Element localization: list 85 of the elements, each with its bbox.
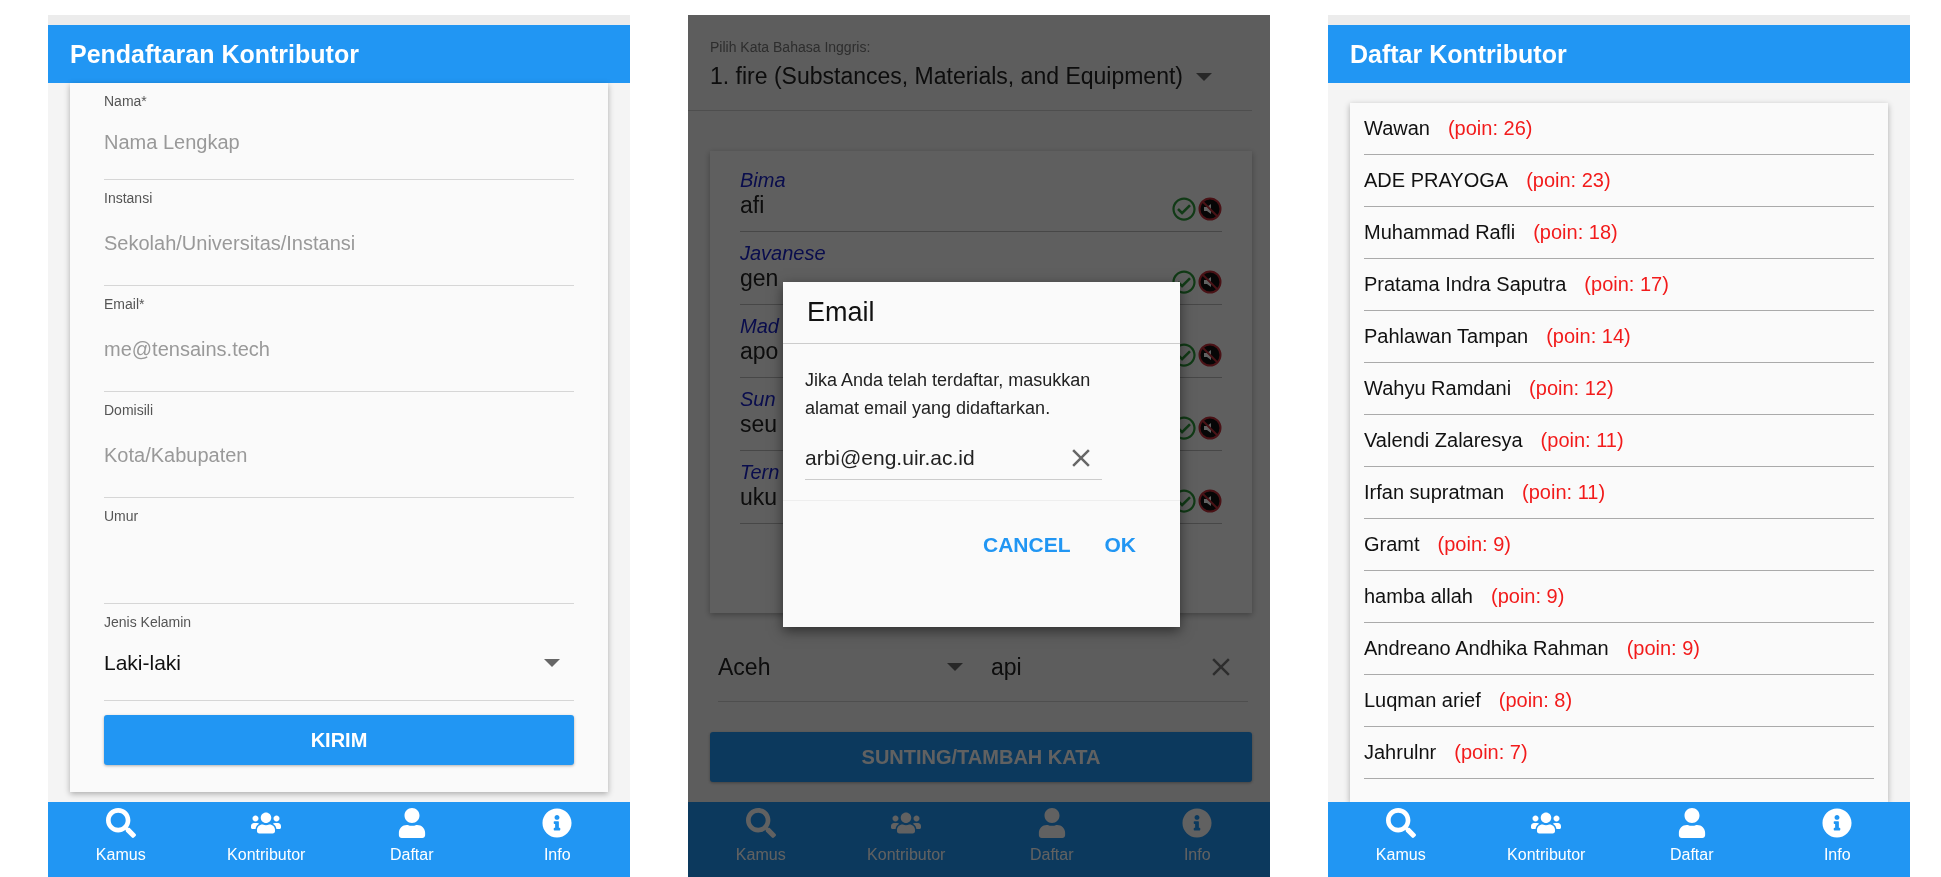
language-label: Mad	[740, 315, 779, 338]
dialog-button[interactable]: OK	[1096, 529, 1144, 561]
language-select[interactable]: Aceh	[718, 653, 975, 681]
app-title: Daftar Kontributor	[1328, 25, 1910, 83]
contributor-points: (poin: 7)	[1454, 741, 1528, 764]
contributor-points: (poin: 17)	[1584, 273, 1669, 296]
contributor-name: hamba allah	[1364, 585, 1473, 608]
info-icon	[542, 808, 573, 838]
contributor-points: (poin: 26)	[1447, 117, 1533, 140]
contributor-points: (poin: 9)	[1437, 533, 1511, 556]
caret-icon	[1196, 72, 1212, 81]
field-label: Email*	[104, 296, 146, 312]
nav-tab[interactable]: Kamus	[700, 802, 821, 877]
caret-icon	[947, 663, 963, 671]
field-label: Domisili	[104, 402, 154, 418]
field-label: Umur	[104, 508, 140, 524]
nav-tab[interactable]: Kontributor	[846, 802, 967, 877]
user-icon	[396, 808, 427, 838]
check-icon[interactable]	[1172, 197, 1196, 221]
contributor-name: Pahlawan Tampan	[1364, 325, 1529, 348]
contributor-name: Wawan	[1364, 117, 1430, 140]
contributor-points: (poin: 12)	[1529, 377, 1614, 400]
contributor-name: Pratama Indra Saputra	[1364, 273, 1567, 296]
contributor-points: (poin: 23)	[1526, 169, 1611, 192]
nav-tab[interactable]: Info	[1137, 802, 1258, 877]
input-field[interactable]: Kota/Kabupaten	[104, 426, 574, 498]
user-icon	[1676, 808, 1707, 838]
nav-tab[interactable]: Kontributor	[206, 802, 327, 877]
dialog-title: Email	[783, 282, 1180, 344]
contributor-points: (poin: 9)	[1490, 585, 1565, 608]
language-label: Bima	[740, 169, 786, 192]
language-label: Tern	[740, 461, 780, 484]
contributor-points: (poin: 18)	[1533, 221, 1618, 244]
app-title: Pendaftaran Kontributor	[48, 25, 630, 83]
gender-select[interactable]: Laki-laki	[104, 640, 574, 701]
input-field[interactable]: Nama Lengkap	[104, 117, 574, 180]
translation-word: seu	[740, 411, 778, 438]
submit-button[interactable]: KIRIM	[104, 715, 574, 765]
user-icon	[1036, 808, 1067, 838]
search-icon	[745, 808, 776, 838]
contributor-name: ADE PRAYOGA	[1364, 169, 1509, 192]
contributor-points: (poin: 11)	[1522, 481, 1606, 504]
contributor-name: Gramt	[1364, 533, 1420, 556]
contributor-name: Valendi Zalaresya	[1364, 429, 1523, 452]
nav-tab[interactable]: Kontributor	[1486, 802, 1607, 877]
nav-tab[interactable]: Info	[497, 802, 618, 877]
info-icon	[1182, 808, 1213, 838]
contributor-name: Muhammad Rafli	[1364, 221, 1516, 244]
field-label: Nama*	[104, 93, 148, 109]
language-label: Sun	[740, 388, 777, 411]
contributor-name: Jahrulnr	[1364, 741, 1437, 764]
email-field[interactable]: arbi@eng.uir.ac.id	[805, 436, 1102, 480]
contributor-points: (poin: 8)	[1498, 689, 1573, 712]
caret-icon	[544, 659, 560, 667]
nav-tab[interactable]: Daftar	[1631, 802, 1752, 877]
translation-word: uku	[740, 484, 779, 511]
translation-word: apo	[740, 338, 779, 365]
search-icon	[1385, 808, 1416, 838]
contributor-points: (poin: 14)	[1546, 325, 1631, 348]
contributor-name: Andreano Andhika Rahman	[1364, 637, 1609, 660]
field-label: Instansi	[104, 190, 154, 206]
search-icon	[105, 808, 136, 838]
word-field[interactable]: api	[991, 653, 1022, 681]
translation-word: afi	[740, 192, 766, 219]
muted-speaker-icon[interactable]	[1198, 197, 1222, 221]
input-field[interactable]: Sekolah/Universitas/Instansi	[104, 214, 574, 286]
dialog-message: Jika Anda telah terdaftar, masukkan alamat email yang didaftarkan.	[805, 369, 1092, 420]
language-label: Javanese	[740, 242, 826, 265]
word-select[interactable]: 1. fire (Substances, Materials, and Equipment)	[710, 63, 1230, 90]
edit-word-button[interactable]: SUNTING/TAMBAH KATA	[710, 732, 1252, 782]
field-label: Jenis Kelamin	[104, 614, 193, 630]
contributor-points: (poin: 11)	[1540, 429, 1624, 452]
contributor-name: Luqman arief	[1364, 689, 1481, 712]
nav-tab[interactable]: Info	[1777, 802, 1898, 877]
nav-tab[interactable]: Kamus	[1340, 802, 1461, 877]
contributor-name: Irfan supratman	[1364, 481, 1505, 504]
contributor-name: Wahyu Ramdani	[1364, 377, 1512, 400]
dialog-button[interactable]: CANCEL	[975, 529, 1079, 561]
contributor-points: (poin: 9)	[1626, 637, 1700, 660]
nav-tab[interactable]: Daftar	[991, 802, 1112, 877]
nav-tab[interactable]: Kamus	[60, 802, 181, 877]
info-icon	[1822, 808, 1853, 838]
input-field[interactable]: me@tensains.tech	[104, 320, 574, 392]
nav-tab[interactable]: Daftar	[351, 802, 472, 877]
translation-word: gen	[740, 265, 780, 292]
